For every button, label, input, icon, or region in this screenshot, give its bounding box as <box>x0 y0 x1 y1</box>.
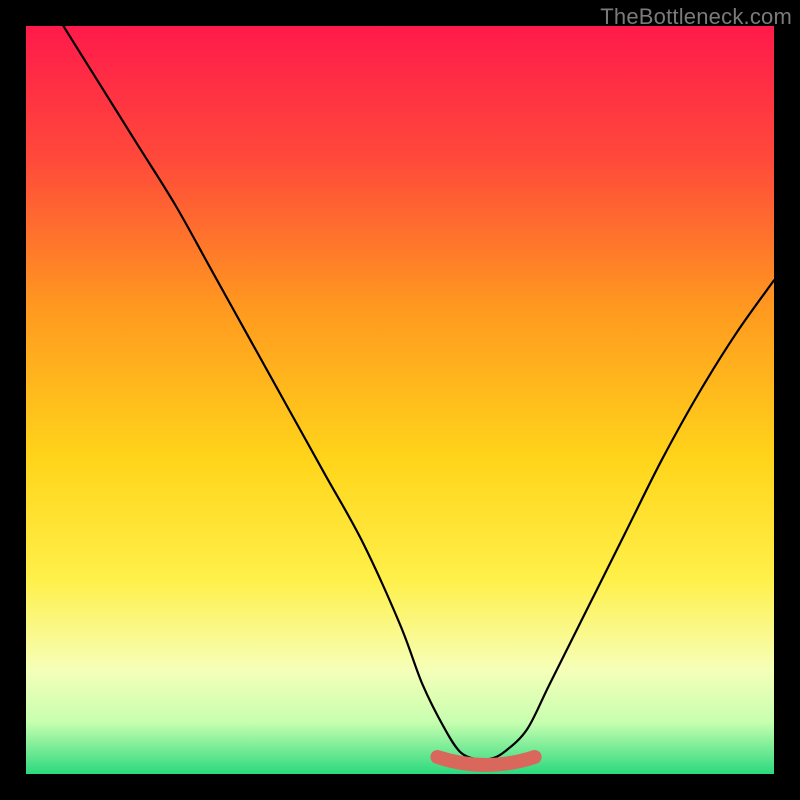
chart-frame: TheBottleneck.com <box>0 0 800 800</box>
watermark-text: TheBottleneck.com <box>600 4 792 30</box>
plot-area <box>26 26 774 774</box>
chart-svg <box>26 26 774 774</box>
optimal-range-highlight <box>437 757 534 765</box>
gradient-background <box>26 26 774 774</box>
